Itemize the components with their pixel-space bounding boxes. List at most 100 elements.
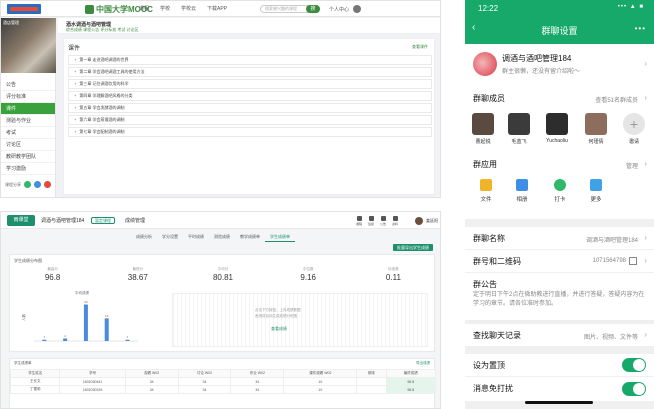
member-avatar[interactable]: 毛蓝飞: [505, 113, 533, 145]
mooc-menu: 公告 评分标准 课件 测验与作业 考试 讨论区 教研教学团队 学习激励: [1, 79, 55, 175]
chevron-right-icon: ›: [644, 233, 647, 242]
chevron-right-icon: ›: [644, 330, 647, 339]
course-meta[interactable]: 综合成绩 课程公告 评分标准 考试 讨论区: [66, 27, 138, 33]
tab-credit-settings[interactable]: 学分设置: [157, 232, 183, 242]
menu-item-forum[interactable]: 讨论区: [1, 139, 55, 151]
mooc-topbar: 中国大学MOOC 课程 学校 学校云 下载APP 搜索感兴趣的课程 搜 个人中心: [1, 1, 440, 17]
invite-button[interactable]: + 邀请: [620, 113, 648, 145]
wechat-share-icon[interactable]: [24, 181, 31, 188]
pin-toggle[interactable]: [622, 358, 646, 372]
chart-bar: [83, 304, 88, 341]
group-profile-row[interactable]: 调酒与酒吧管理184 群主很懒，还没有留介绍啦～ ›: [465, 44, 654, 85]
menu-item-grading[interactable]: 评分标准: [1, 91, 55, 103]
app-files[interactable]: 文件: [473, 179, 499, 203]
member-avatar[interactable]: Yuchaoliu: [543, 113, 571, 144]
dnd-toggle[interactable]: [622, 382, 646, 396]
personal-center-link[interactable]: 个人中心: [329, 6, 349, 13]
grade-table: 学生姓名 学号 观看 W02 讨论 W02 作业 W02 课件观看 W02 期末…: [9, 369, 436, 394]
course-cover-image: 酒店管理: [1, 18, 56, 73]
nav-school-cloud[interactable]: 学校云: [181, 5, 196, 12]
chapter-item[interactable]: 第四章 学理解酒吧风格的分类: [68, 91, 432, 101]
qr-code-icon: [629, 257, 637, 265]
section-title: 课件: [68, 46, 81, 52]
section-link[interactable]: 查看课件: [412, 44, 428, 50]
dnd-row: 消息免打扰: [465, 377, 654, 401]
search-icon[interactable]: 搜: [306, 5, 320, 13]
apps-label: 群应用: [473, 160, 497, 169]
qr-code-row[interactable]: 群号和二维码 1071564798 ›: [465, 250, 654, 272]
tab-usual-grades[interactable]: 平时成绩: [183, 232, 209, 242]
tool-course[interactable]: 课程: [356, 216, 362, 226]
mooc-window: 中国大学MOOC 课程 学校 学校云 下载APP 搜索感兴趣的课程 搜 个人中心…: [0, 0, 441, 198]
wechat-group-settings: 12:22 ••• ▲ ■ ‹ 群聊设置 ••• 调酒与酒吧管理184 群主很懒…: [465, 0, 654, 409]
chart-bar: [63, 338, 68, 341]
chapter-item[interactable]: 第一章 走进酒吧调酒的世界: [68, 55, 432, 65]
qq-share-icon[interactable]: [34, 181, 41, 188]
avatar[interactable]: [415, 217, 423, 225]
rain-logo[interactable]: 雨课堂: [7, 215, 35, 226]
menu-item-courseware[interactable]: 课件: [1, 103, 55, 115]
status-time: 12:22: [478, 4, 499, 13]
app-checkin[interactable]: 打卡: [547, 179, 573, 203]
more-icon[interactable]: •••: [635, 24, 646, 33]
menu-item-exam[interactable]: 考试: [1, 127, 55, 139]
table-header-row: 学生姓名 学号 观看 W02 讨论 W02 作业 W02 课件观看 W02 期末…: [9, 369, 436, 378]
announcement-row[interactable]: 群公告 定于明日下午2点在微助教进行直播，并进行答疑，答疑内容为在学习的章节。请…: [465, 273, 654, 320]
checkin-icon: [554, 179, 566, 191]
class-icon: [368, 216, 374, 221]
table-row[interactable]: 王长文 1602030441 34 34 34 10 96.8: [9, 377, 436, 386]
menu-item-team[interactable]: 教研教学团队: [1, 151, 55, 163]
apps-manage-link[interactable]: 管理: [626, 161, 638, 170]
export-grades-link[interactable]: 导出成绩: [416, 361, 430, 366]
page-title: 成绩管理: [125, 218, 146, 224]
mooc-sidebar: 酒店管理 公告 评分标准 课件 测验与作业 考试 讨论区 教研教学团队 学习激励…: [1, 18, 56, 197]
tool-notice[interactable]: 公告: [380, 216, 386, 226]
app-more[interactable]: 更多: [583, 179, 609, 203]
tab-grade-analysis[interactable]: 成绩分析: [131, 232, 157, 242]
app-album[interactable]: 相册: [509, 179, 535, 203]
avatar[interactable]: [353, 5, 361, 13]
grade-table-card: 学生成绩单 导出成绩 学生姓名 学号 观看 W02 讨论 W02 作业 W02 …: [9, 358, 436, 408]
course-tag[interactable]: 暂定课程: [91, 217, 115, 224]
menu-item-quiz[interactable]: 测验与作业: [1, 115, 55, 127]
chapter-item[interactable]: 第三章 记住调酒饮用的科学: [68, 79, 432, 89]
tab-quiz-grades[interactable]: 测验成绩: [209, 232, 235, 242]
chevron-right-icon: ›: [644, 59, 647, 68]
table-title: 学生成绩单: [14, 361, 32, 365]
search-history-row[interactable]: 查找聊天记录 图片、视频、文件等 ›: [465, 324, 654, 346]
school-logo[interactable]: [7, 4, 41, 14]
grid-icon: [590, 179, 602, 191]
menu-item-announcement[interactable]: 公告: [1, 79, 55, 91]
tab-student-report[interactable]: 学生成绩单: [265, 232, 295, 242]
member-avatar[interactable]: 何瑾倩: [582, 113, 610, 145]
scatter-placeholder: 点击下方按钮，上传成绩数据 系统将自动生成成绩分布图 查看成绩: [172, 293, 428, 347]
group-name-row[interactable]: 群聊名称 调酒与酒吧管理184 ›: [465, 227, 654, 249]
view-grades-link[interactable]: 查看成绩: [271, 326, 287, 332]
chapter-item[interactable]: 第五章 学会发酵酒的调制: [68, 103, 432, 113]
menu-item-incentive[interactable]: 学习激励: [1, 163, 55, 175]
chapter-item[interactable]: 第六章 学会蒸馏酒的调制: [68, 115, 432, 125]
apps-section: 群应用 管理 › 文件 相册 打卡 更多: [465, 153, 654, 219]
chapter-item[interactable]: 第二章 学会酒吧调酒工具的使用方法: [68, 67, 432, 77]
members-more-link[interactable]: 查看51名群成员: [595, 95, 638, 104]
weibo-share-icon[interactable]: [44, 181, 51, 188]
user-name[interactable]: 姜廷阳: [426, 218, 438, 224]
table-row[interactable]: 丁雪莉 1602030315 34 34 34 10 96.8: [9, 385, 436, 394]
stat-max: 最高分 96.8: [44, 267, 61, 282]
tool-files[interactable]: 资料: [392, 216, 398, 226]
nav-download-app[interactable]: 下载APP: [207, 5, 227, 12]
chapter-item[interactable]: 第七章 学会配制酒的调制: [68, 127, 432, 137]
grade-bar-chart: 平均成绩人数 1 2 29 18 1: [22, 290, 138, 342]
bar-value-label: 18: [105, 314, 109, 318]
course-selector[interactable]: 调酒与酒吧管理184: [41, 217, 84, 224]
nav-courses[interactable]: 课程: [139, 5, 149, 12]
tool-class[interactable]: 班级: [368, 216, 374, 226]
chevron-right-icon: ›: [644, 93, 647, 102]
tab-teaching-report[interactable]: 教学成绩单: [235, 232, 265, 242]
page-title: 群聊设置: [541, 26, 578, 36]
nav-schools[interactable]: 学校: [160, 5, 170, 12]
members-label: 群聊成员: [473, 94, 505, 103]
export-button[interactable]: 批量导出学生成绩: [393, 244, 433, 251]
member-avatar[interactable]: 曹起锐: [469, 113, 497, 145]
chevron-right-icon: ›: [644, 256, 647, 265]
